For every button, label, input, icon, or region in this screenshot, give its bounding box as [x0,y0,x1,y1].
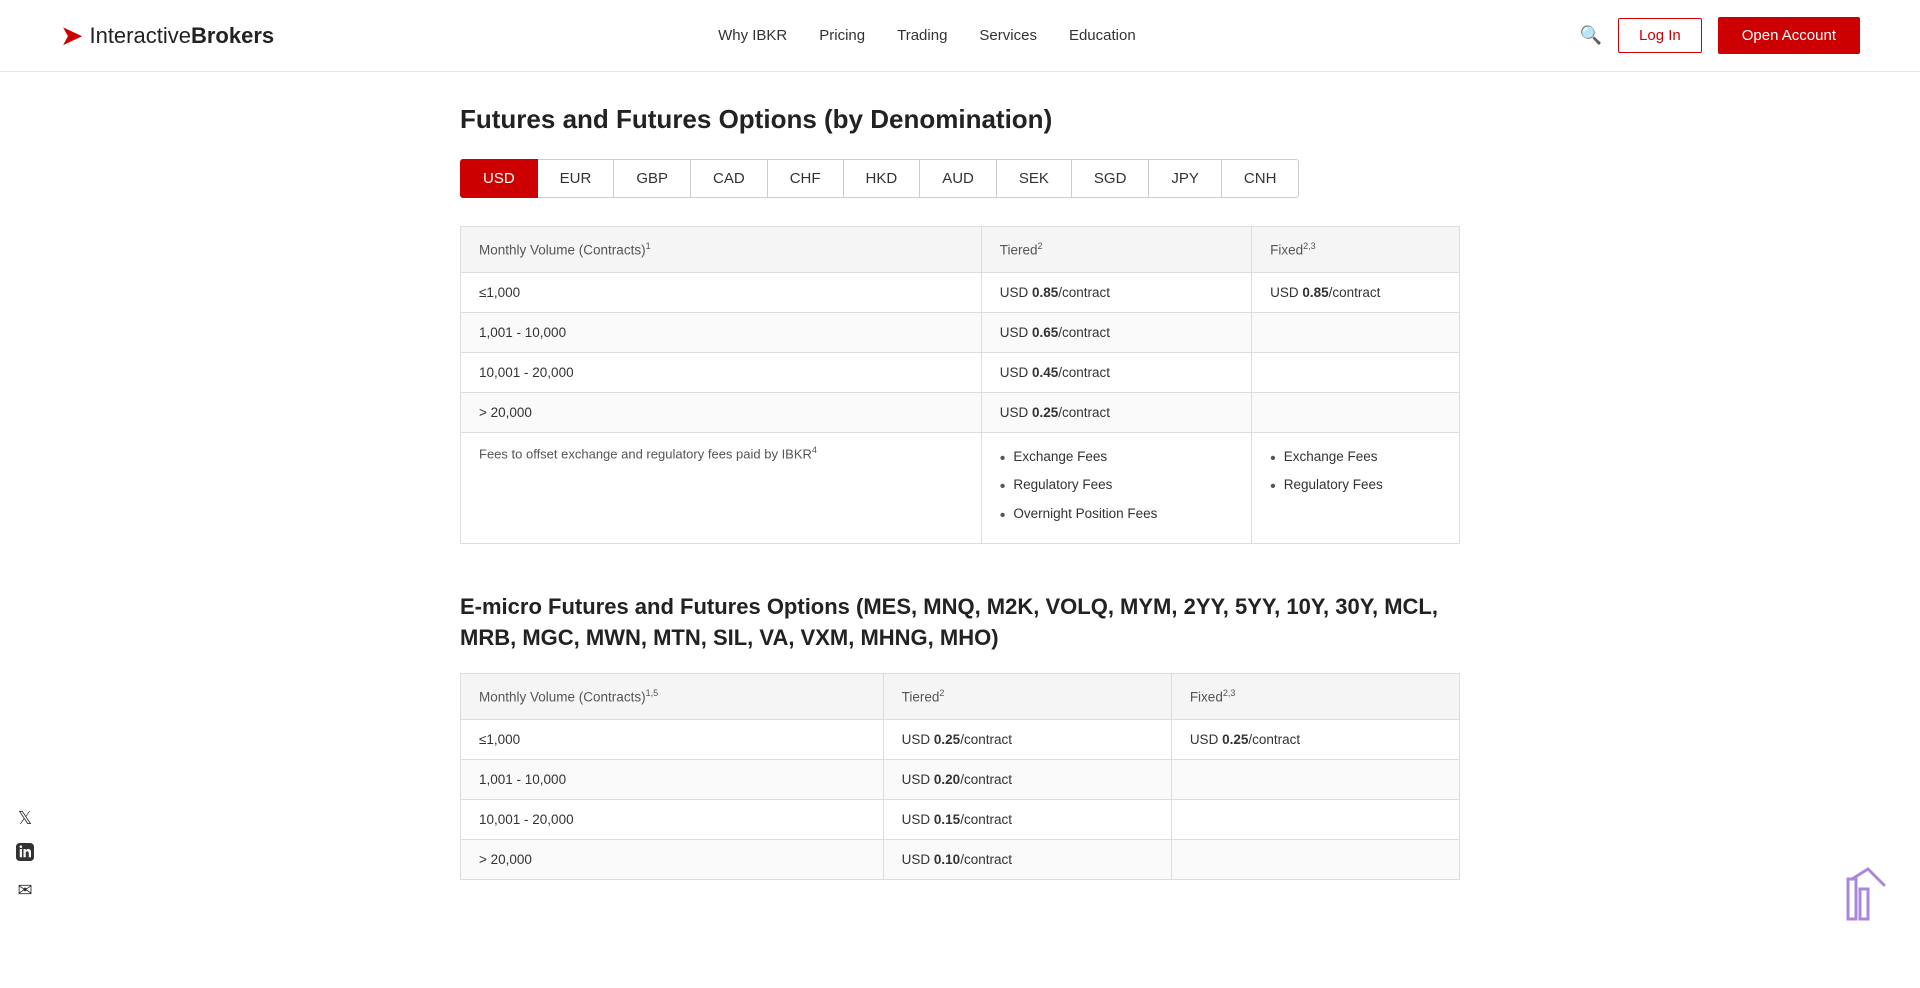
list-item: Regulatory Fees [1270,473,1441,502]
nav-why-ibkr[interactable]: Why IBKR [718,27,787,44]
fixed-fees-list: Exchange Fees Regulatory Fees [1270,445,1441,503]
nav-services[interactable]: Services [979,27,1037,44]
tab-eur[interactable]: EUR [537,159,615,198]
fees-row: Fees to offset exchange and regulatory f… [461,432,1460,543]
volume-cell: 1,001 - 10,000 [461,759,884,799]
email-icon[interactable]: ✉ [17,880,32,901]
tiered-cell: USD 0.65/contract [981,312,1251,352]
table-row: ≤1,000 USD 0.25/contract USD 0.25/contra… [461,719,1460,759]
tab-aud[interactable]: AUD [919,159,997,198]
search-icon[interactable]: 🔍 [1580,25,1602,46]
logo-link[interactable]: ➤ InteractiveBrokers [60,22,274,50]
emicro-pricing-table: Monthly Volume (Contracts)1,5 Tiered2 Fi… [460,673,1460,880]
col-header-fixed2: Fixed2,3 [1171,674,1459,720]
tab-gbp[interactable]: GBP [613,159,691,198]
table-row: 1,001 - 10,000 USD 0.65/contract [461,312,1460,352]
volume-cell: ≤1,000 [461,719,884,759]
tiered-cell: USD 0.85/contract [981,272,1251,312]
futures-pricing-table: Monthly Volume (Contracts)1 Tiered2 Fixe… [460,226,1460,544]
main-nav: Why IBKR Pricing Trading Services Educat… [718,27,1136,44]
volume-cell: 1,001 - 10,000 [461,312,982,352]
tiered-cell: USD 0.20/contract [883,759,1171,799]
login-button[interactable]: Log In [1618,18,1702,53]
col-header-fixed: Fixed2,3 [1252,227,1460,273]
tab-jpy[interactable]: JPY [1148,159,1222,198]
corner-widget [1846,867,1900,921]
open-account-button[interactable]: Open Account [1718,17,1860,54]
list-item: Overnight Position Fees [1000,502,1233,531]
social-sidebar: 𝕏 ✉ [16,808,34,901]
table-row: 10,001 - 20,000 USD 0.45/contract [461,352,1460,392]
tiered-cell: USD 0.25/contract [981,392,1251,432]
tiered-cell: USD 0.25/contract [883,719,1171,759]
table-row: > 20,000 USD 0.10/contract [461,839,1460,879]
section1-title: Futures and Futures Options (by Denomina… [460,104,1460,135]
logo-text: InteractiveBrokers [89,23,274,49]
main-content: Futures and Futures Options (by Denomina… [400,72,1520,988]
tiered-fees-list: Exchange Fees Regulatory Fees Overnight … [1000,445,1233,531]
tiered-cell: USD 0.45/contract [981,352,1251,392]
fixed-cell [1171,799,1459,839]
volume-cell: ≤1,000 [461,272,982,312]
twitter-icon[interactable]: 𝕏 [18,808,33,829]
fixed-cell: USD 0.25/contract [1171,719,1459,759]
fixed-cell [1171,759,1459,799]
tab-cnh[interactable]: CNH [1221,159,1300,198]
tab-usd[interactable]: USD [460,159,538,198]
table-row: 1,001 - 10,000 USD 0.20/contract [461,759,1460,799]
fixed-cell: USD 0.85/contract [1252,272,1460,312]
tab-chf[interactable]: CHF [767,159,844,198]
volume-cell: > 20,000 [461,839,884,879]
volume-cell: 10,001 - 20,000 [461,352,982,392]
list-item: Exchange Fees [1000,445,1233,474]
navbar: ➤ InteractiveBrokers Why IBKR Pricing Tr… [0,0,1920,72]
fees-label: Fees to offset exchange and regulatory f… [461,432,982,543]
col-header-volume2: Monthly Volume (Contracts)1,5 [461,674,884,720]
fixed-fees-cell: Exchange Fees Regulatory Fees [1252,432,1460,543]
table-row: > 20,000 USD 0.25/contract [461,392,1460,432]
section2-title: E-micro Futures and Futures Options (MES… [460,592,1460,654]
col-header-tiered: Tiered2 [981,227,1251,273]
table-row: 10,001 - 20,000 USD 0.15/contract [461,799,1460,839]
table-row: ≤1,000 USD 0.85/contract USD 0.85/contra… [461,272,1460,312]
nav-pricing[interactable]: Pricing [819,27,865,44]
fixed-cell [1252,352,1460,392]
volume-cell: 10,001 - 20,000 [461,799,884,839]
fixed-cell [1252,392,1460,432]
tiered-cell: USD 0.10/contract [883,839,1171,879]
nav-education[interactable]: Education [1069,27,1136,44]
fixed-cell [1252,312,1460,352]
col-header-volume: Monthly Volume (Contracts)1 [461,227,982,273]
list-item: Exchange Fees [1270,445,1441,474]
navbar-right: 🔍 Log In Open Account [1580,17,1860,54]
volume-cell: > 20,000 [461,392,982,432]
col-header-tiered2: Tiered2 [883,674,1171,720]
tab-cad[interactable]: CAD [690,159,768,198]
tab-hkd[interactable]: HKD [843,159,921,198]
tab-sek[interactable]: SEK [996,159,1072,198]
list-item: Regulatory Fees [1000,473,1233,502]
tiered-cell: USD 0.15/contract [883,799,1171,839]
logo-flame-icon: ➤ [60,22,83,50]
currency-tabs: USD EUR GBP CAD CHF HKD AUD SEK SGD JPY … [460,159,1460,198]
fixed-cell [1171,839,1459,879]
linkedin-icon[interactable] [16,843,34,866]
tiered-fees-cell: Exchange Fees Regulatory Fees Overnight … [981,432,1251,543]
nav-trading[interactable]: Trading [897,27,947,44]
tab-sgd[interactable]: SGD [1071,159,1150,198]
